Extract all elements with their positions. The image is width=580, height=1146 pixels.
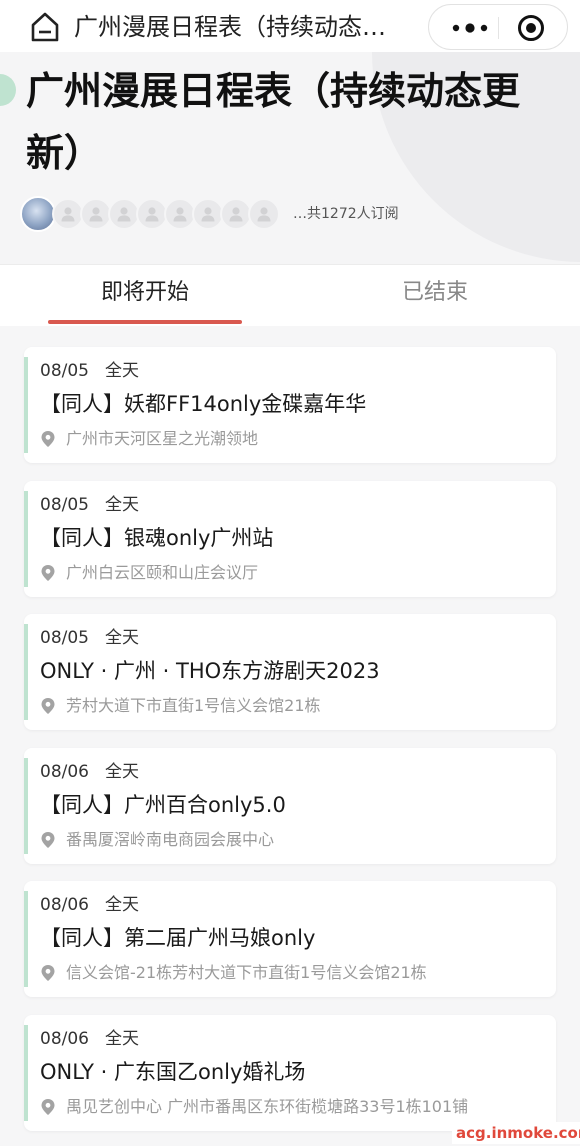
event-location: 芳村大道下市直街1号信义会馆21栋 [66, 696, 321, 715]
active-tab-indicator [48, 320, 242, 324]
event-card[interactable]: 08/06 全天 ONLY · 广东国乙only婚礼场 禺见艺创中心 广州市番禺… [24, 1015, 556, 1131]
event-title: 【同人】银魂only广州站 [40, 526, 274, 550]
event-date: 08/05 [40, 495, 89, 515]
close-button[interactable] [517, 14, 545, 42]
capsule-divider [498, 17, 499, 39]
event-location: 信义会馆-21栋芳村大道下市直街1号信义会馆21栋 [66, 963, 427, 982]
card-accent-bar [24, 758, 28, 854]
event-title: 【同人】广州百合only5.0 [40, 793, 286, 817]
close-target-icon [518, 15, 544, 41]
event-card[interactable]: 08/05 全天 【同人】银魂only广州站 广州白云区颐和山庄会议厅 [24, 481, 556, 597]
location-pin-icon [41, 698, 55, 714]
card-accent-bar [24, 624, 28, 720]
event-time: 全天 [105, 495, 139, 515]
tab-ended[interactable]: 已结束 [338, 265, 532, 325]
event-time: 全天 [105, 628, 139, 648]
event-date: 08/05 [40, 628, 89, 648]
event-date: 08/06 [40, 762, 89, 782]
event-title: 【同人】妖都FF14only金碟嘉年华 [40, 392, 367, 416]
user-silhouette-icon [201, 207, 215, 222]
user-silhouette-icon [229, 207, 243, 222]
card-accent-bar [24, 1025, 28, 1121]
home-icon [31, 12, 59, 42]
event-title: ONLY · 广东国乙only婚礼场 [40, 1060, 306, 1084]
event-date: 08/05 [40, 361, 89, 381]
tab-bar: 即将开始 已结束 [0, 264, 580, 326]
page-header: 广州漫展日程表（持续动态更新） …共1272人订阅 [0, 52, 580, 264]
card-accent-bar [24, 891, 28, 987]
card-accent-bar [24, 491, 28, 587]
home-button[interactable] [28, 10, 62, 44]
more-button[interactable] [447, 17, 493, 39]
event-location: 禺见艺创中心 广州市番禺区东环街榄塘路33号1栋101铺 [66, 1097, 469, 1116]
user-silhouette-icon [257, 207, 271, 222]
event-card[interactable]: 08/06 全天 【同人】广州百合only5.0 番禺厦滘岭南电商园会展中心 [24, 748, 556, 864]
location-pin-icon [41, 565, 55, 581]
event-location: 广州市天河区星之光潮领地 [66, 429, 259, 448]
event-location: 番禺厦滘岭南电商园会展中心 [66, 830, 275, 849]
decorative-dot [0, 74, 16, 106]
user-silhouette-icon [173, 207, 187, 222]
event-card[interactable]: 08/06 全天 【同人】第二届广州马娘only 信义会馆-21栋芳村大道下市直… [24, 881, 556, 997]
event-card[interactable]: 08/05 全天 ONLY · 广州 · THO东方游剧天2023 芳村大道下市… [24, 614, 556, 730]
tab-upcoming[interactable]: 即将开始 [48, 265, 242, 325]
user-silhouette-icon [117, 207, 131, 222]
card-accent-bar [24, 357, 28, 453]
location-pin-icon [41, 1099, 55, 1115]
top-bar: 广州漫展日程表（持续动态… [0, 0, 580, 52]
subscriber-avatars[interactable]: …共1272人订阅 [20, 194, 560, 234]
event-date: 08/06 [40, 1029, 89, 1049]
event-time: 全天 [105, 762, 139, 782]
user-silhouette-icon [145, 207, 159, 222]
window-title: 广州漫展日程表（持续动态… [74, 13, 386, 41]
watermark: acg.inmoke.com [452, 1122, 580, 1144]
user-silhouette-icon [89, 207, 103, 222]
more-dots-icon [452, 23, 488, 33]
event-date: 08/06 [40, 895, 89, 915]
event-title: ONLY · 广州 · THO东方游剧天2023 [40, 659, 380, 683]
avatar [20, 196, 56, 232]
event-card[interactable]: 08/05 全天 【同人】妖都FF14only金碟嘉年华 广州市天河区星之光潮领… [24, 347, 556, 463]
event-time: 全天 [105, 895, 139, 915]
location-pin-icon [41, 965, 55, 981]
location-pin-icon [41, 431, 55, 447]
page-title: 广州漫展日程表（持续动态更新） [26, 69, 521, 175]
user-silhouette-icon [61, 207, 75, 222]
event-location: 广州白云区颐和山庄会议厅 [66, 563, 259, 582]
event-time: 全天 [105, 1029, 139, 1049]
subscriber-count: …共1272人订阅 [293, 206, 399, 222]
avatar-placeholder [248, 198, 280, 230]
event-title: 【同人】第二届广州马娘only [40, 926, 316, 950]
event-time: 全天 [105, 361, 139, 381]
capsule-menu [428, 4, 568, 50]
location-pin-icon [41, 832, 55, 848]
